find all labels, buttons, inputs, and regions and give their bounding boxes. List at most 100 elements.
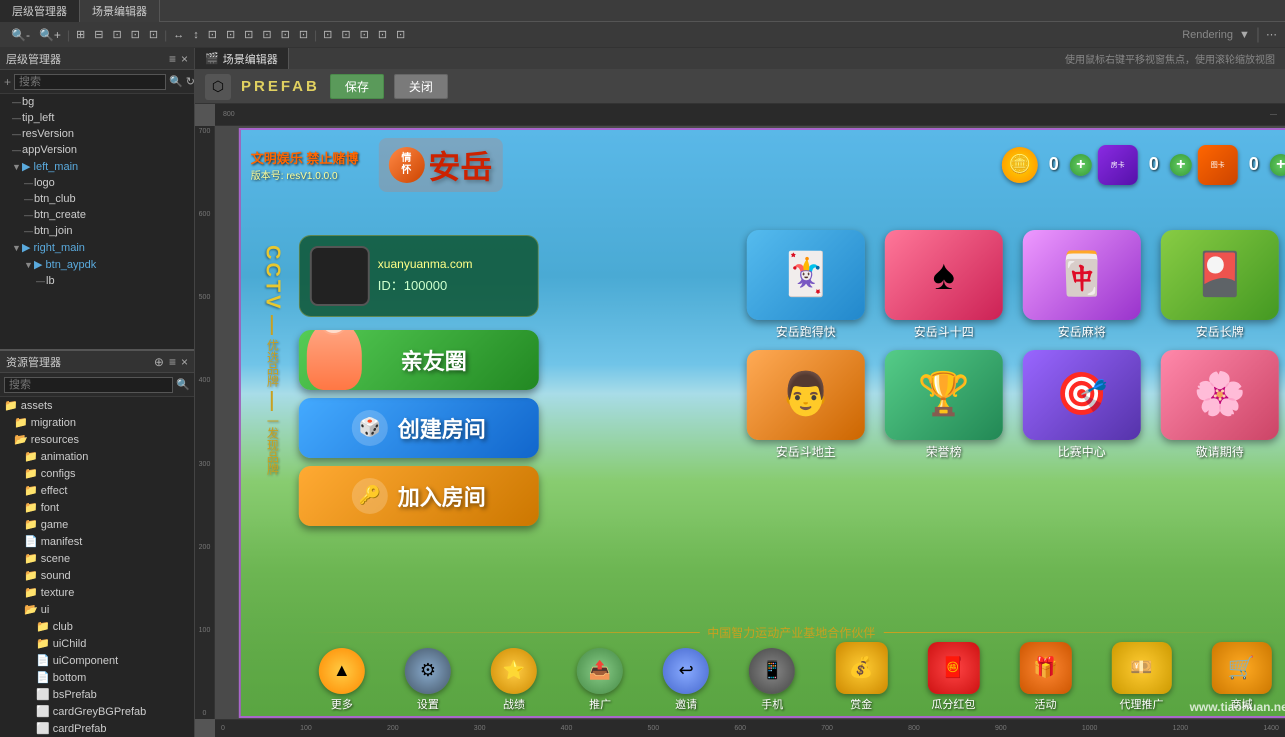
tree-item-leftmain[interactable]: ▼ ▶ left_main: [0, 158, 194, 175]
tree-item-btnclub[interactable]: — btn_club: [0, 191, 194, 207]
watermark: www.tiaohuan.net: [1190, 700, 1285, 714]
res-item-texture[interactable]: 📁 texture: [0, 584, 194, 601]
layer-refresh-btn[interactable]: ↻: [186, 75, 195, 88]
res-item-sound[interactable]: 📁 sound: [0, 567, 194, 584]
res-search-btn[interactable]: 🔍: [176, 378, 190, 391]
btn-friend[interactable]: 亲友圈: [299, 330, 539, 390]
game-item-4[interactable]: 🎴 安岳长牌: [1156, 230, 1284, 340]
tree-item-btnjoin[interactable]: — btn_join: [0, 223, 194, 239]
res-item-scene[interactable]: 📁 scene: [0, 550, 194, 567]
res-item-assets[interactable]: 📁 assets: [0, 397, 194, 414]
tool-btn-2[interactable]: ⊟: [91, 28, 106, 41]
nav-more[interactable]: ▲ 更多: [319, 648, 365, 712]
tool-btn-3[interactable]: ⊡: [109, 28, 124, 41]
tree-item-logo[interactable]: — logo: [0, 175, 194, 191]
nav-reward[interactable]: 💰 赏金: [835, 642, 887, 712]
res-item-animation[interactable]: 📁 animation: [0, 448, 194, 465]
res-item-cardgrey[interactable]: ⬜ cardGreyBGPrefab: [0, 703, 194, 720]
tool-btn-12[interactable]: ⊡: [278, 28, 293, 41]
game-item-7[interactable]: 🎯 比赛中心: [1018, 350, 1146, 460]
res-item-card[interactable]: ⬜ cardPrefab: [0, 720, 194, 737]
tool-btn-17[interactable]: ⊡: [375, 28, 390, 41]
layer-panel-icon2[interactable]: ×: [181, 52, 188, 66]
add-coin-btn-2[interactable]: +: [1170, 154, 1192, 176]
nav-phone[interactable]: 📱 手机: [749, 648, 795, 712]
tool-btn-11[interactable]: ⊡: [259, 28, 274, 41]
nav-achievements[interactable]: ⭐ 战绩: [491, 648, 537, 712]
res-item-manifest[interactable]: 📄 manifest: [0, 533, 194, 550]
nav-share[interactable]: 📤 推广: [577, 648, 623, 712]
nav-invite[interactable]: ↩ 邀请: [663, 648, 709, 712]
save-button[interactable]: 保存: [330, 74, 384, 99]
rendering-more[interactable]: ⋯: [1266, 28, 1277, 41]
btn-join[interactable]: 🔑 加入房间: [299, 466, 539, 526]
res-item-ui[interactable]: 📂 ui: [0, 601, 194, 618]
zoom-in-btn[interactable]: 🔍+: [36, 28, 64, 42]
nav-invite-icon: ↩: [663, 648, 709, 694]
res-item-resources[interactable]: 📂 resources: [0, 431, 194, 448]
tool-btn-18[interactable]: ⊡: [393, 28, 408, 41]
game-item-6[interactable]: 🏆 荣誉榜: [880, 350, 1008, 460]
res-item-configs[interactable]: 📁 configs: [0, 465, 194, 482]
res-close-icon[interactable]: ×: [181, 355, 188, 369]
tool-btn-8[interactable]: ⊡: [205, 28, 220, 41]
res-item-club[interactable]: 📁 club: [0, 618, 194, 635]
res-item-bsprefab[interactable]: ⬜ bsPrefab: [0, 686, 194, 703]
add-coin-btn-1[interactable]: +: [1070, 154, 1092, 176]
rendering-dropdown[interactable]: ▼: [1239, 29, 1250, 41]
tree-item-appv[interactable]: — appVersion: [0, 142, 194, 158]
res-item-game[interactable]: 📁 game: [0, 516, 194, 533]
res-search-input[interactable]: [4, 377, 173, 393]
tool-btn-15[interactable]: ⊡: [338, 28, 353, 41]
layer-search-btn[interactable]: 🔍: [169, 75, 183, 88]
nav-redpack[interactable]: 🧧 瓜分红包: [927, 642, 979, 712]
tool-btn-1[interactable]: ⊞: [73, 28, 88, 41]
game-item-2[interactable]: ♠ 安岳斗十四: [880, 230, 1008, 340]
tree-item-tip[interactable]: — tip_left: [0, 110, 194, 126]
tree-item-resv[interactable]: — resVersion: [0, 126, 194, 142]
game-item-5[interactable]: 👨 安岳斗地主: [742, 350, 870, 460]
scene-tab[interactable]: 🎬 场景编辑器: [195, 48, 289, 69]
tool-btn-6[interactable]: ↔: [170, 29, 187, 41]
close-button[interactable]: 关闭: [394, 74, 448, 99]
tool-btn-14[interactable]: ⊡: [320, 28, 335, 41]
tree-item-lb[interactable]: — lb: [0, 273, 194, 289]
layer-add-icon[interactable]: +: [4, 75, 11, 89]
tree-item-rightmain[interactable]: ▼ ▶ right_main: [0, 239, 194, 256]
res-list-icon[interactable]: ≡: [169, 355, 176, 369]
tool-btn-7[interactable]: ↕: [190, 29, 202, 41]
xs-400: 400: [561, 725, 573, 732]
tree-item-bg[interactable]: — bg: [0, 94, 194, 110]
zoom-out-btn[interactable]: 🔍-: [8, 28, 33, 42]
res-item-uicomponent[interactable]: 📄 uiComponent: [0, 652, 194, 669]
tool-btn-16[interactable]: ⊡: [357, 28, 372, 41]
tree-item-btncreate[interactable]: — btn_create: [0, 207, 194, 223]
tool-btn-10[interactable]: ⊡: [241, 28, 256, 41]
nav-activity[interactable]: 🎁 活动: [1019, 642, 1071, 712]
nav-agent-icon: 💴: [1112, 642, 1172, 694]
res-item-uichild[interactable]: 📁 uiChild: [0, 635, 194, 652]
res-item-migration[interactable]: 📁 migration: [0, 414, 194, 431]
game-item-3[interactable]: 🀄 安岳麻将: [1018, 230, 1146, 340]
game-item-8[interactable]: 🌸 敬请期待: [1156, 350, 1284, 460]
add-coin-btn-3[interactable]: +: [1270, 154, 1285, 176]
layer-search-input[interactable]: [14, 74, 166, 90]
res-item-font[interactable]: 📁 font: [0, 499, 194, 516]
tool-btn-9[interactable]: ⊡: [223, 28, 238, 41]
layer-panel-icon1[interactable]: ≡: [169, 52, 176, 66]
res-item-effect[interactable]: 📁 effect: [0, 482, 194, 499]
game-item-1[interactable]: 🃏 安岳跑得快: [742, 230, 870, 340]
prefab-cube-icon: ⬡: [205, 74, 231, 100]
banner-cctv: CCTV: [260, 245, 283, 311]
res-item-bottom[interactable]: 📄 bottom: [0, 669, 194, 686]
res-label-card: cardPrefab: [53, 723, 107, 735]
nav-agent[interactable]: 💴 代理推广: [1112, 642, 1172, 712]
tool-btn-5[interactable]: ⊡: [146, 28, 161, 41]
tree-item-btnaypdk[interactable]: ▼ ▶ btn_aypdk: [0, 256, 194, 273]
toolbar-sep3: |: [314, 28, 317, 42]
res-create-icon[interactable]: ⊕: [154, 355, 164, 369]
nav-settings[interactable]: ⚙ 设置: [405, 648, 451, 712]
tool-btn-13[interactable]: ⊡: [296, 28, 311, 41]
tool-btn-4[interactable]: ⊡: [128, 28, 143, 41]
btn-create[interactable]: 🎲 创建房间: [299, 398, 539, 458]
